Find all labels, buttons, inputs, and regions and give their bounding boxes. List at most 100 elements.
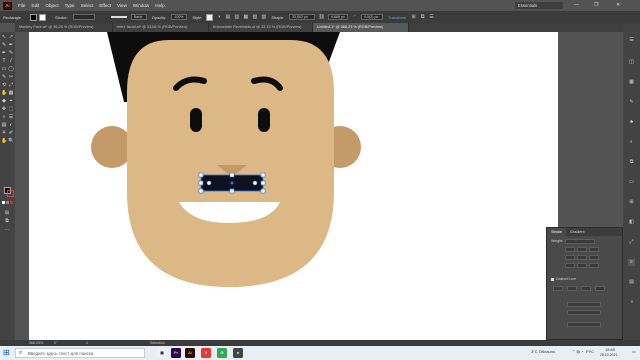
link-icon[interactable]: ⛓: [318, 14, 325, 21]
menu-help[interactable]: Help: [155, 3, 164, 8]
none-mode-icon[interactable]: [10, 201, 13, 204]
dash-1-field[interactable]: [553, 286, 563, 291]
notifications-icon[interactable]: ▭: [632, 349, 636, 354]
layers-panel-icon[interactable]: ⧉: [628, 159, 635, 166]
menu-effect[interactable]: Effect: [99, 3, 111, 8]
stroke-swatch[interactable]: [39, 13, 47, 21]
gradient-mode-icon[interactable]: [6, 201, 9, 204]
tab-bobmeister[interactable]: Bobmeister Rezerialds.ai @ 33,13 % (RGB/…: [209, 23, 313, 32]
menu-file[interactable]: File: [18, 3, 25, 8]
transform-panel-icon[interactable]: ⤢: [628, 239, 635, 246]
free-transform-tool-icon[interactable]: ▦: [8, 90, 14, 96]
close-icon[interactable]: ✕: [616, 2, 620, 8]
cap-square-button[interactable]: [589, 247, 599, 252]
lasso-tool-icon[interactable]: ✒: [8, 42, 14, 48]
corner-bevel-button[interactable]: [589, 255, 599, 260]
right-eye[interactable]: [258, 108, 270, 132]
menu-edit[interactable]: Edit: [31, 3, 39, 8]
workspace-switcher[interactable]: Essentials: [515, 2, 563, 9]
menu-type[interactable]: Type: [65, 3, 75, 8]
tab-tree-facial[interactable]: tree1 facial.ai* @ 33,08 % (RGB/Preview): [113, 23, 209, 32]
screen-mode-icon[interactable]: ⧉: [4, 218, 10, 224]
corner-icon[interactable]: ◜: [351, 14, 358, 21]
illustrator-app-icon[interactable]: Ai: [185, 348, 195, 358]
artboard-number[interactable]: 1: [86, 341, 88, 345]
align-right-icon[interactable]: ▦: [242, 14, 249, 21]
scale-tool-icon[interactable]: ⤢: [8, 82, 14, 88]
canvas-area[interactable]: [15, 32, 623, 340]
recolor-icon[interactable]: ◑: [215, 14, 222, 21]
clock-time[interactable]: 15:55: [605, 347, 615, 352]
gap-1-field[interactable]: [567, 286, 577, 291]
align-left-icon[interactable]: ▤: [224, 14, 231, 21]
artboard[interactable]: [29, 32, 558, 340]
left-ear[interactable]: [91, 126, 133, 168]
menu-window[interactable]: Window: [133, 3, 149, 8]
arrow-scale-field[interactable]: [567, 310, 601, 315]
eyedropper-tool-icon[interactable]: ⌕: [1, 114, 7, 120]
perspective-grid-tool-icon[interactable]: ⌖: [8, 98, 14, 104]
obs-app-icon[interactable]: ●: [233, 348, 243, 358]
gradient-tool-icon[interactable]: ⬚: [8, 106, 14, 112]
gradient-panel-icon[interactable]: ▤: [628, 279, 635, 286]
blend-tool-icon[interactable]: ☰: [8, 114, 14, 120]
tab-gradient[interactable]: Gradient: [566, 228, 589, 236]
language-indicator[interactable]: РУС: [586, 349, 594, 354]
symbols-panel-icon[interactable]: ♣: [628, 119, 635, 126]
shape-width-field[interactable]: 33,502 px: [289, 14, 316, 20]
distribute-icon[interactable]: ▧: [251, 14, 258, 21]
default-colors-icon[interactable]: [2, 201, 5, 204]
gap-2-field[interactable]: [595, 286, 605, 291]
clock-date[interactable]: 28.10.2021: [600, 353, 618, 357]
dashed-line-checkbox[interactable]: [551, 278, 554, 281]
arrowheads-field[interactable]: [567, 302, 601, 307]
line-tool-icon[interactable]: /: [8, 58, 14, 64]
libraries-panel-icon[interactable]: ◫: [628, 59, 635, 66]
cap-butt-button[interactable]: [565, 247, 575, 252]
shape-height-field[interactable]: 6,889 px: [328, 14, 349, 20]
menu-object[interactable]: Object: [45, 3, 58, 8]
stroke-color-swatch[interactable]: [7, 190, 14, 197]
swatches-panel-icon[interactable]: ▦: [628, 79, 635, 86]
magic-wand-tool-icon[interactable]: ✎: [1, 42, 7, 48]
slice-tool-icon[interactable]: ✐: [8, 130, 14, 136]
properties-panel-icon[interactable]: ☰: [628, 37, 635, 44]
graphic-style-swatch[interactable]: [206, 13, 214, 21]
opacity-field[interactable]: 100%: [171, 14, 188, 20]
corner-angle-field[interactable]: 0,0(2) px: [361, 14, 384, 20]
fill-swatch[interactable]: [30, 13, 38, 21]
menu-select[interactable]: Select: [81, 3, 94, 8]
align-bottom-icon[interactable]: ▨: [260, 14, 267, 21]
maximize-icon[interactable]: ❐: [594, 2, 598, 8]
mesh-tool-icon[interactable]: ✥: [1, 106, 7, 112]
premiere-app-icon[interactable]: Pr: [171, 348, 181, 358]
curvature-tool-icon[interactable]: ✎: [8, 50, 14, 56]
zoom-tool-icon[interactable]: 🔍: [8, 138, 14, 144]
stroke-panel-icon[interactable]: ≡: [628, 259, 635, 266]
isolate-icon[interactable]: ⧉: [419, 14, 426, 21]
face-shape[interactable]: [127, 40, 334, 287]
edit-toolbar-icon[interactable]: …: [4, 226, 10, 232]
width-tool-icon[interactable]: ✋: [1, 90, 7, 96]
align-panel-icon[interactable]: ⊞: [628, 199, 635, 206]
pencil-tool-icon[interactable]: ✎: [1, 74, 7, 80]
tab-stroke[interactable]: Stroke: [547, 228, 566, 236]
panel-menu-icon[interactable]: ☰: [428, 14, 435, 21]
graphic-styles-panel-icon[interactable]: ◐: [628, 139, 635, 146]
hand-tool-icon[interactable]: ✋: [1, 138, 7, 144]
left-eye[interactable]: [190, 108, 202, 132]
task-view-icon[interactable]: ▣: [157, 348, 167, 358]
cap-round-button[interactable]: [577, 247, 587, 252]
rectangle-tool-icon[interactable]: ▭: [1, 66, 7, 72]
stroke-profile-field[interactable]: [567, 322, 601, 327]
minimize-icon[interactable]: —: [574, 2, 579, 8]
align-center-button[interactable]: [565, 263, 575, 268]
selection-tool-icon[interactable]: ↖: [1, 34, 7, 40]
stroke-weight-input[interactable]: [565, 239, 595, 244]
menu-view[interactable]: View: [117, 3, 127, 8]
artboards-panel-icon[interactable]: ▭: [628, 179, 635, 186]
align-center-icon[interactable]: ▥: [233, 14, 240, 21]
symbol-sprayer-tool-icon[interactable]: ▤: [1, 122, 7, 128]
taskbar-search-box[interactable]: ⌕ Введите здесь текст для поиска: [15, 348, 145, 358]
chrome-browser-icon[interactable]: G: [217, 348, 227, 358]
